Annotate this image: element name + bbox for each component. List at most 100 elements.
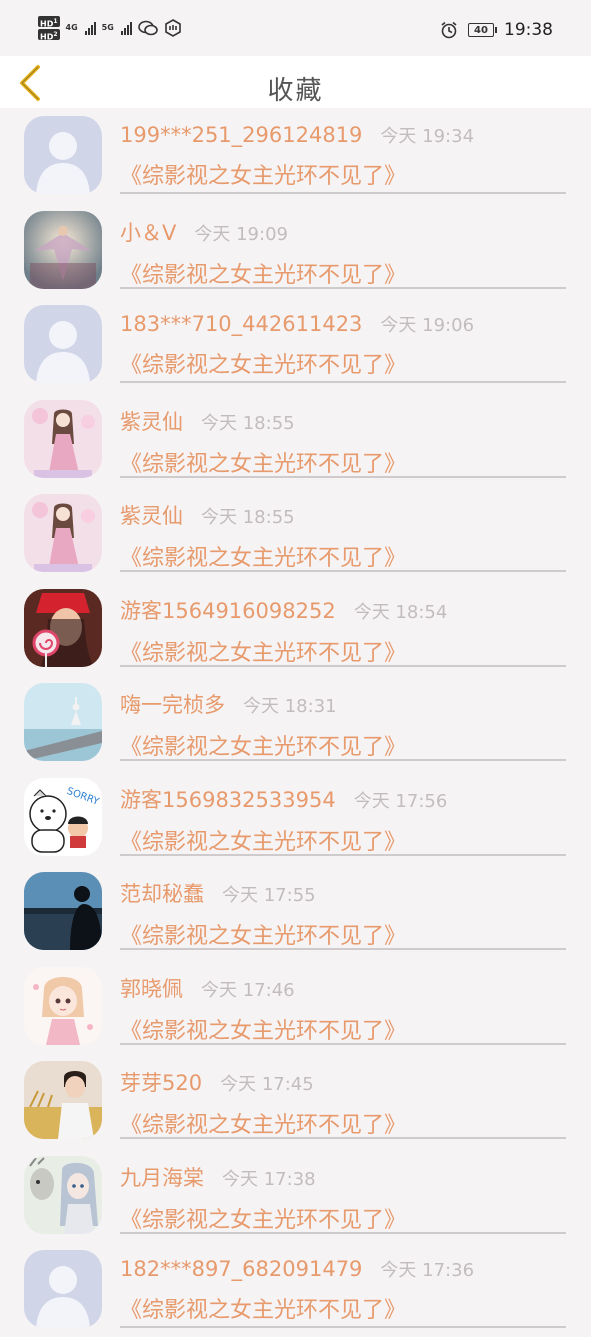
favorite-text: 九月海棠 今天 17:38 《综影视之女主光环不见了》	[120, 1162, 566, 1234]
book-title[interactable]: 《综影视之女主光环不见了》	[120, 540, 566, 572]
book-title[interactable]: 《综影视之女主光环不见了》	[120, 729, 566, 761]
row-divider	[120, 948, 566, 950]
girl-deer-avatar[interactable]	[24, 1155, 102, 1234]
user-name[interactable]: 九月海棠	[120, 1162, 204, 1192]
silhouette-lake-avatar[interactable]	[24, 872, 102, 950]
clock: 19:38	[504, 20, 553, 40]
anime-girl-pink-avatar[interactable]	[24, 494, 102, 572]
timestamp: 今天 18:31	[243, 696, 337, 717]
book-title[interactable]: 《综影视之女主光环不见了》	[120, 347, 566, 379]
favorite-text: 紫灵仙 今天 18:55 《综影视之女主光环不见了》	[120, 500, 566, 572]
favorite-row[interactable]: 郭晓佩 今天 17:46 《综影视之女主光环不见了》	[0, 959, 591, 1054]
timestamp: 今天 17:46	[201, 979, 295, 1001]
user-name[interactable]: 小＆V	[120, 217, 176, 247]
default-avatar[interactable]	[24, 305, 102, 383]
anime-girl-pink-avatar[interactable]	[24, 399, 102, 478]
row-divider	[120, 381, 566, 383]
book-title[interactable]: 《综影视之女主光环不见了》	[120, 158, 566, 190]
alarm-icon	[441, 21, 457, 39]
favorite-row[interactable]: SORRY 游客1569832533954 今天 17:56 《综影视之女主光环不见…	[0, 770, 591, 865]
battery-icon: 40	[468, 23, 497, 37]
hd1-badge: HD1	[38, 16, 60, 29]
favorite-row[interactable]: 芽芽520 今天 17:45 《综影视之女主光环不见了》	[0, 1053, 591, 1148]
favorite-row[interactable]: 范却秘蠢 今天 17:55 《综影视之女主光环不见了》	[0, 864, 591, 959]
timestamp: 今天 18:54	[353, 601, 448, 623]
favorite-row[interactable]: 游客1564916098252 今天 18:54 《综影视之女主光环不见了》	[0, 581, 591, 676]
favorite-meta: 嗨一完桢多 今天 18:31	[120, 689, 566, 719]
timestamp: 今天 19:09	[194, 223, 288, 245]
favorite-row[interactable]: 嗨一完桢多 今天 18:31 《综影视之女主光环不见了》	[0, 675, 591, 770]
user-name[interactable]: 范却秘蠢	[120, 878, 204, 908]
user-name[interactable]: 紫灵仙	[120, 500, 183, 530]
favorite-row[interactable]: 182***897_682091479 今天 17:36 《综影视之女主光环不见了》	[0, 1242, 591, 1337]
user-name[interactable]: 183***710_442611423	[120, 312, 362, 336]
user-name[interactable]: 199***251_296124819	[120, 123, 362, 147]
favorite-text: 游客1564916098252 今天 18:54 《综影视之女主光环不见了》	[120, 595, 566, 667]
favorite-text: 游客1569832533954 今天 17:56 《综影视之女主光环不见了》	[120, 784, 566, 856]
row-divider	[120, 759, 566, 761]
row-divider	[120, 853, 566, 856]
user-name[interactable]: 嗨一完桢多	[120, 689, 225, 719]
page-title: 收藏	[267, 76, 324, 106]
boy-field-avatar[interactable]	[24, 1061, 102, 1139]
favorite-meta: 芽芽520 今天 17:45	[120, 1067, 566, 1097]
favorite-meta: 紫灵仙 今天 18:55	[120, 500, 566, 530]
row-divider	[120, 1137, 566, 1139]
favorite-meta: 182***897_682091479 今天 17:36	[120, 1256, 566, 1282]
favorite-row[interactable]: 紫灵仙 今天 18:55 《综影视之女主光环不见了》	[0, 392, 591, 487]
favorite-row[interactable]: 199***251_296124819 今天 19:34 《综影视之女主光环不见了》	[0, 108, 591, 203]
title-bar: 收藏	[0, 56, 591, 108]
book-title[interactable]: 《综影视之女主光环不见了》	[120, 1202, 566, 1234]
favorite-meta: 183***710_442611423 今天 19:06	[120, 311, 566, 337]
book-title[interactable]: 《综影视之女主光环不见了》	[120, 635, 566, 667]
status-right: 40 19:38	[440, 20, 553, 40]
favorite-meta: 九月海棠 今天 17:38	[120, 1162, 566, 1192]
book-title[interactable]: 《综影视之女主光环不见了》	[120, 1013, 566, 1045]
status-left: HD1 HD2 4G 5G	[38, 16, 182, 42]
book-title[interactable]: 《综影视之女主光环不见了》	[120, 918, 566, 950]
timestamp: 今天 17:55	[222, 885, 316, 906]
yoga-pier-avatar[interactable]	[24, 683, 102, 761]
favorite-meta: 范却秘蠢 今天 17:55	[120, 878, 566, 908]
timestamp: 今天 18:55	[201, 507, 295, 528]
user-name[interactable]: 紫灵仙	[120, 406, 183, 436]
timestamp: 今天 17:36	[380, 1260, 475, 1281]
user-name[interactable]: 游客1564916098252	[120, 595, 336, 625]
timestamp: 今天 17:38	[222, 1168, 316, 1190]
user-name[interactable]: 游客1569832533954	[120, 784, 336, 814]
hd2-badge: HD2	[38, 29, 60, 42]
angel-avatar[interactable]	[24, 210, 102, 289]
user-name[interactable]: 郭晓佩	[120, 973, 183, 1003]
favorite-row[interactable]: 九月海棠 今天 17:38 《综影视之女主光环不见了》	[0, 1148, 591, 1243]
default-avatar[interactable]	[24, 1250, 102, 1328]
timestamp: 今天 19:06	[380, 315, 475, 336]
book-title[interactable]: 《综影视之女主光环不见了》	[120, 824, 566, 856]
favorite-meta: 199***251_296124819 今天 19:34	[120, 122, 566, 148]
book-title[interactable]: 《综影视之女主光环不见了》	[120, 446, 566, 478]
row-divider	[120, 1042, 566, 1045]
favorite-text: 嗨一完桢多 今天 18:31 《综影视之女主光环不见了》	[120, 689, 566, 761]
favorite-text: 182***897_682091479 今天 17:36 《综影视之女主光环不见了》	[120, 1256, 566, 1324]
book-title[interactable]: 《综影视之女主光环不见了》	[120, 1107, 566, 1139]
network-4g-label: 4G	[65, 23, 78, 32]
favorite-row[interactable]: 紫灵仙 今天 18:55 《综影视之女主光环不见了》	[0, 486, 591, 581]
cartoon-girl-avatar[interactable]	[24, 966, 102, 1045]
user-name[interactable]: 182***897_682091479	[120, 1257, 362, 1281]
favorite-row[interactable]: 183***710_442611423 今天 19:06 《综影视之女主光环不见了》	[0, 297, 591, 392]
favorite-text: 小＆V 今天 19:09 《综影视之女主光环不见了》	[120, 217, 566, 289]
girl-lollipop-avatar[interactable]	[24, 588, 102, 667]
hd-indicators: HD1 HD2	[38, 16, 60, 42]
favorite-meta: 游客1569832533954 今天 17:56	[120, 784, 566, 814]
favorite-row[interactable]: 小＆V 今天 19:09 《综影视之女主光环不见了》	[0, 203, 591, 298]
favorite-meta: 小＆V 今天 19:09	[120, 217, 566, 247]
status-bar: HD1 HD2 4G 5G 40 19:38	[0, 0, 591, 56]
book-title[interactable]: 《综影视之女主光环不见了》	[120, 1292, 566, 1324]
book-title[interactable]: 《综影视之女主光环不见了》	[120, 257, 566, 289]
row-divider	[120, 192, 566, 194]
default-avatar[interactable]	[24, 116, 102, 194]
timestamp: 今天 17:56	[353, 790, 448, 812]
bear-sorry-avatar[interactable]: SORRY	[24, 777, 102, 856]
app-notification-icon	[165, 19, 181, 37]
user-name[interactable]: 芽芽520	[120, 1067, 202, 1097]
signal-icon	[120, 21, 132, 35]
